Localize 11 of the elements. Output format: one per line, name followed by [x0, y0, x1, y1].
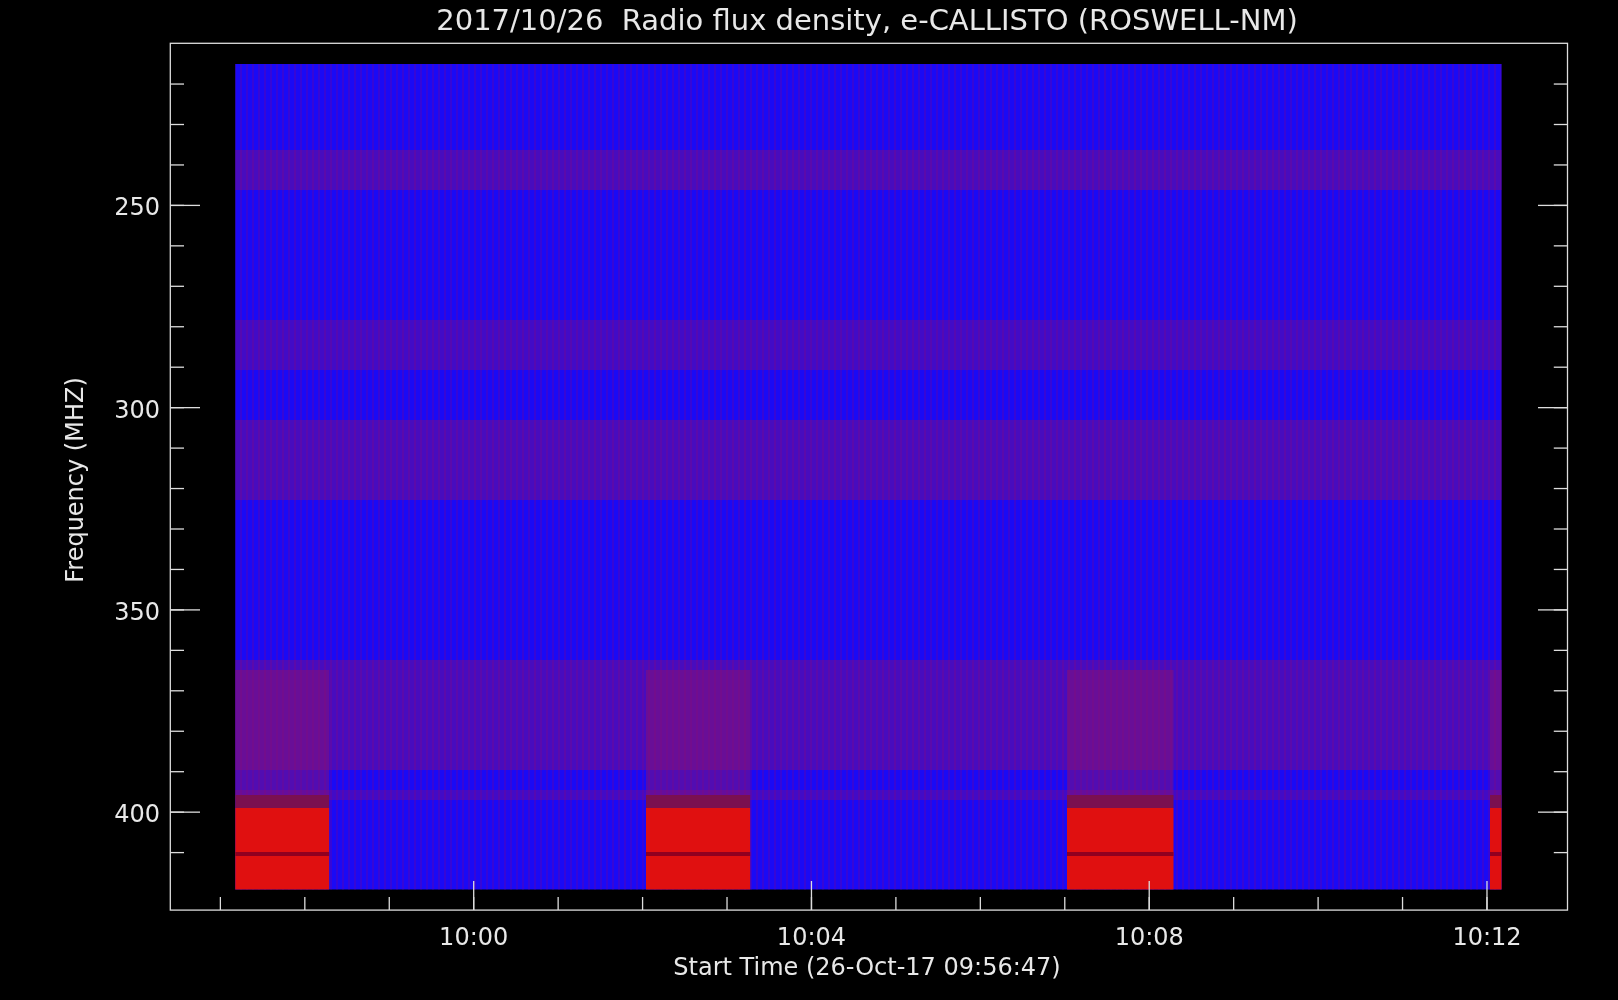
y-tick-label: 300 [114, 395, 160, 424]
y-axis-label: Frequency (MHZ) [61, 377, 89, 583]
x-tick-label: 10:04 [776, 923, 847, 951]
y-tick-label: 250 [114, 193, 160, 222]
x-axis-label: Start Time (26-Oct-17 09:56:47) [673, 953, 1061, 981]
x-tick-label: 10:12 [1452, 923, 1522, 951]
x-tick-label: 10:00 [439, 923, 509, 951]
x-tick-label: 10:08 [1114, 923, 1184, 951]
y-tick-label: 350 [114, 597, 160, 626]
y-tick-label: 400 [114, 800, 160, 829]
chart-title: 2017/10/26 Radio flux density, e-CALLISTO (ROSWELL-NM) [436, 3, 1298, 37]
